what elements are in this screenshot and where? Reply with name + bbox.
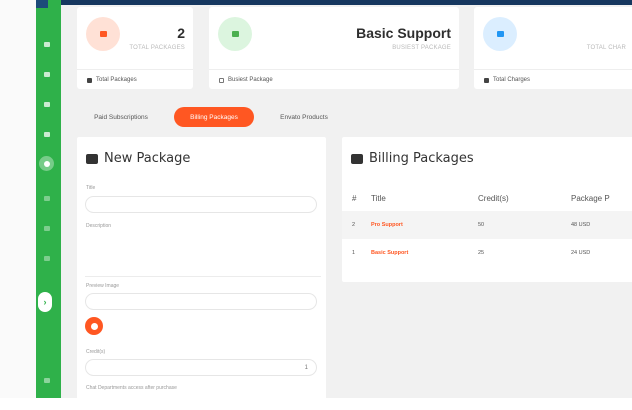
panel-title: New Package	[86, 151, 190, 166]
users-icon[interactable]	[44, 102, 50, 107]
stat-footer: Total Packages	[87, 77, 137, 83]
column-header-id: #	[352, 193, 357, 203]
row-price: 48 USD	[571, 211, 632, 239]
stat-caption: TOTAL PACKAGES	[129, 45, 185, 51]
tab-envato-products[interactable]: Envato Products	[264, 107, 344, 127]
package-title-link[interactable]: Pro Support	[371, 211, 478, 239]
boxes-icon	[351, 153, 363, 164]
stat-caption: TOTAL CHAR	[586, 45, 626, 51]
calendar-icon	[218, 17, 252, 51]
dashboard-icon[interactable]	[44, 42, 50, 47]
logout-icon[interactable]	[44, 378, 50, 383]
stat-value: 2	[177, 25, 185, 41]
title-label: Title	[86, 185, 96, 191]
boxes-icon	[86, 153, 98, 164]
credits-stepper[interactable]: 1	[85, 359, 317, 376]
preview-image-input[interactable]	[85, 293, 317, 310]
image-icon	[90, 322, 98, 330]
tab-paid-subscriptions[interactable]: Paid Subscriptions	[80, 107, 162, 127]
credits-value: 1	[304, 365, 308, 371]
new-package-panel: New Package Title Description Preview Im…	[77, 137, 326, 398]
row-credits: 25	[478, 250, 485, 256]
row-credits: 50	[478, 211, 571, 239]
title-input[interactable]	[85, 196, 317, 213]
panel-title: Billing Packages	[351, 151, 474, 166]
package-icon	[86, 17, 120, 51]
stat-value: Basic Support	[356, 25, 451, 41]
logo-icon	[36, 0, 48, 8]
cloud-icon	[483, 17, 517, 51]
billing-nav-icon[interactable]	[39, 156, 54, 171]
table-row[interactable]: 2 Pro Support 50 48 USD	[342, 211, 632, 239]
stat-card-busiest-package: Basic Support BUSIEST PACKAGE Busiest Pa…	[209, 7, 459, 89]
column-header-price: Package P	[571, 193, 610, 203]
row-price: 24 USD	[571, 250, 591, 256]
description-textarea[interactable]	[85, 227, 321, 277]
chat-icon[interactable]	[44, 72, 50, 77]
app-frame: › 2 TOTAL PACKAGES Total Packages Basic …	[0, 0, 632, 398]
preview-image-label: Preview Image	[86, 283, 120, 289]
stat-card-total-charges: TOTAL CHAR Total Charges	[474, 7, 632, 89]
table-row[interactable]: 1 Basic Support 25 24 USD	[342, 239, 632, 267]
settings-icon[interactable]	[44, 196, 50, 201]
tools-icon[interactable]	[44, 226, 50, 231]
sidebar-toggle-chevron-icon[interactable]: ›	[38, 292, 52, 312]
left-gutter	[0, 0, 36, 398]
package-small-icon	[87, 77, 92, 83]
top-navbar	[61, 0, 632, 5]
credits-label: Credit(s)	[86, 349, 106, 355]
departments-label: Chat Departments access after purchase	[86, 385, 177, 391]
stat-card-total-packages: 2 TOTAL PACKAGES Total Packages	[77, 7, 193, 89]
stat-footer: Busiest Package	[219, 77, 273, 83]
tab-billing-packages[interactable]: Billing Packages	[174, 107, 254, 127]
bottom-edge	[0, 398, 632, 410]
reports-icon[interactable]	[44, 132, 50, 137]
stat-caption: BUSIEST PACKAGE	[392, 45, 451, 51]
row-id: 1	[352, 250, 356, 256]
row-id: 2	[342, 211, 371, 239]
column-header-title: Title	[371, 193, 386, 203]
table-header-row: # Title Credit(s) Package P	[342, 185, 632, 211]
stat-footer: Total Charges	[484, 77, 530, 83]
package-title-link[interactable]: Basic Support	[371, 239, 478, 267]
calendar-small-icon	[219, 77, 224, 83]
billing-packages-table: # Title Credit(s) Package P 2 Pro Suppor…	[342, 185, 632, 267]
column-header-credits: Credit(s)	[478, 193, 509, 203]
upload-image-button[interactable]	[85, 317, 103, 335]
cloud-small-icon	[484, 77, 489, 83]
help-icon[interactable]	[44, 256, 50, 261]
